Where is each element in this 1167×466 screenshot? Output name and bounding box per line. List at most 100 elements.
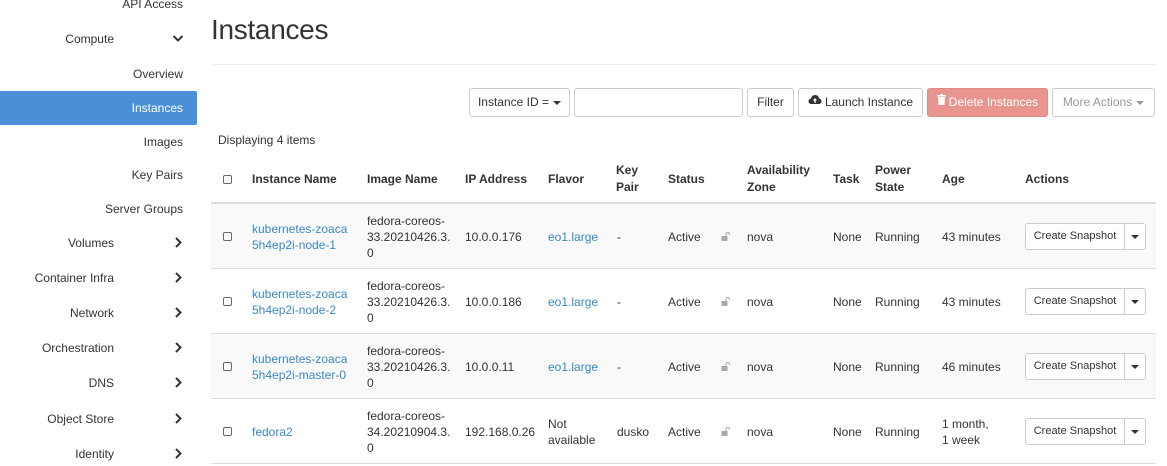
sidebar-item-images[interactable]: Images xyxy=(0,125,197,159)
sidebar-item-object-store[interactable]: Object Store xyxy=(0,402,197,436)
flavor-link[interactable]: eo1.large xyxy=(548,334,598,399)
unlock-icon[interactable] xyxy=(721,269,730,334)
sidebar-item-network[interactable]: Network xyxy=(0,296,197,330)
sidebar-item-key-pairs[interactable]: Key Pairs xyxy=(0,158,197,192)
sidebar-item-label: DNS xyxy=(88,376,114,390)
column-header-power-state[interactable]: Power State xyxy=(875,156,911,202)
header-line: Availability xyxy=(747,163,810,177)
select-all-checkbox[interactable] xyxy=(223,156,232,202)
table-row: kubernetes-zoaca 5h4ep2i-node-1 fedora-co… xyxy=(211,204,1156,269)
column-header-key-pair[interactable]: Key Pair xyxy=(616,156,639,202)
filter-field-select[interactable]: Instance ID = xyxy=(469,88,570,117)
header-line: Key xyxy=(616,163,639,177)
row-checkbox[interactable] xyxy=(223,269,232,334)
row-actions-dropdown[interactable] xyxy=(1124,418,1146,445)
column-header-flavor[interactable]: Flavor xyxy=(548,156,584,202)
instance-name-link[interactable]: kubernetes-zoaca 5h4ep2i-node-1 xyxy=(252,204,347,269)
row-checkbox[interactable] xyxy=(223,334,232,399)
sidebar-item-api-access[interactable]: API Access xyxy=(0,0,197,21)
flavor-line: Not xyxy=(548,416,567,431)
sidebar-item-label: Instances xyxy=(131,101,183,115)
image-name: fedora-coreos- 33.20210426.3. 0 xyxy=(367,334,450,399)
row-actions-dropdown[interactable] xyxy=(1124,223,1146,250)
flavor-line: available xyxy=(548,432,596,447)
unlock-icon[interactable] xyxy=(721,334,730,399)
power-state: Running xyxy=(875,424,920,439)
image-line: fedora-coreos- xyxy=(367,343,446,358)
name-line: 5h4ep2i-node-1 xyxy=(252,237,337,252)
key-pair: - xyxy=(617,229,621,244)
key-pair: dusko xyxy=(617,424,650,439)
sidebar-item-identity[interactable]: Identity xyxy=(0,437,197,466)
image-name: fedora-coreos- 34.20210904.3. 0 xyxy=(367,399,450,464)
create-snapshot-button[interactable]: Create Snapshot xyxy=(1025,288,1125,315)
flavor-line: eo1.large xyxy=(548,294,599,309)
row-actions-dropdown[interactable] xyxy=(1124,353,1146,380)
image-line: fedora-coreos- xyxy=(367,408,446,423)
instance-name-link[interactable]: kubernetes-zoaca 5h4ep2i-master-0 xyxy=(252,334,347,399)
image-name: fedora-coreos- 33.20210426.3. 0 xyxy=(367,269,450,334)
flavor-link[interactable]: eo1.large xyxy=(548,204,598,269)
unlock-icon[interactable] xyxy=(721,204,730,269)
instance-name-link[interactable]: fedora2 xyxy=(252,399,293,464)
filter-button-label: Filter xyxy=(757,95,784,109)
sidebar-item-container-infra[interactable]: Container Infra xyxy=(0,261,197,295)
flavor-link[interactable]: eo1.large xyxy=(548,269,598,334)
item-count: Displaying 4 items xyxy=(218,133,316,147)
launch-instance-button[interactable]: Launch Instance xyxy=(798,88,923,117)
task: None xyxy=(833,294,862,309)
more-actions-label: More Actions xyxy=(1062,95,1133,109)
image-line: 33.20210426.3. xyxy=(367,229,451,244)
sidebar-item-label: Volumes xyxy=(67,236,114,250)
image-line: 0 xyxy=(367,245,374,260)
filter-button[interactable]: Filter xyxy=(747,88,794,117)
sidebar-item-instances[interactable]: Instances xyxy=(0,91,197,125)
name-line: kubernetes-zoaca xyxy=(252,221,348,236)
column-header-instance-name[interactable]: Instance Name xyxy=(252,156,337,202)
column-header-status[interactable]: Status xyxy=(668,156,705,202)
more-actions-button[interactable]: More Actions xyxy=(1052,88,1155,117)
row-checkbox[interactable] xyxy=(223,399,232,464)
delete-instances-button[interactable]: Delete Instances xyxy=(927,88,1048,117)
sidebar-item-label: Compute xyxy=(65,32,114,46)
column-header-task[interactable]: Task xyxy=(833,156,859,202)
age: 46 minutes xyxy=(942,334,1001,399)
delete-instances-label: Delete Instances xyxy=(948,95,1039,109)
page-title: Instances xyxy=(211,14,329,45)
sidebar-item-volumes[interactable]: Volumes xyxy=(0,226,197,260)
sidebar-item-label: Overview xyxy=(132,67,183,81)
sidebar-item-dns[interactable]: DNS xyxy=(0,366,197,400)
create-snapshot-button[interactable]: Create Snapshot xyxy=(1025,418,1125,445)
instance-name-link[interactable]: kubernetes-zoaca 5h4ep2i-node-2 xyxy=(252,269,347,334)
availability-zone: nova xyxy=(747,229,774,244)
name-line: 5h4ep2i-master-0 xyxy=(252,367,347,382)
column-header-age[interactable]: Age xyxy=(942,156,965,202)
row-actions-dropdown[interactable] xyxy=(1124,288,1146,315)
sidebar-item-server-groups[interactable]: Server Groups xyxy=(0,192,197,226)
create-snapshot-button[interactable]: Create Snapshot xyxy=(1025,223,1125,250)
column-header-image-name[interactable]: Image Name xyxy=(367,156,438,202)
ip-address: 10.0.0.186 xyxy=(465,294,522,309)
column-header-ip-address[interactable]: IP Address xyxy=(465,156,527,202)
column-header-availability-zone[interactable]: Availability Zone xyxy=(747,156,810,202)
sidebar-item-orchestration[interactable]: Orchestration xyxy=(0,331,197,365)
key-pair: - xyxy=(617,359,621,374)
sidebar-item-overview[interactable]: Overview xyxy=(0,57,197,91)
sidebar-item-label: Identity xyxy=(75,447,114,461)
image-line: 33.20210426.3. xyxy=(367,294,451,309)
table-row: kubernetes-zoaca 5h4ep2i-master-0 fedora-… xyxy=(211,334,1156,399)
image-line: 0 xyxy=(367,440,374,455)
row-checkbox[interactable] xyxy=(223,204,232,269)
unlock-icon[interactable] xyxy=(721,399,730,464)
ip-address: 192.168.0.26 xyxy=(465,424,536,439)
age: 43 minutes xyxy=(942,269,1001,334)
search-input[interactable] xyxy=(574,88,743,117)
name-line: 5h4ep2i-node-2 xyxy=(252,302,337,317)
filter-field-label: Instance ID = xyxy=(477,95,550,109)
image-line: 0 xyxy=(367,310,374,325)
sidebar-item-label: Container Infra xyxy=(34,271,114,285)
create-snapshot-button[interactable]: Create Snapshot xyxy=(1025,353,1125,380)
image-line: fedora-coreos- xyxy=(367,278,446,293)
caret-down-icon xyxy=(1131,234,1139,239)
sidebar-item-compute[interactable]: Compute xyxy=(0,22,197,56)
